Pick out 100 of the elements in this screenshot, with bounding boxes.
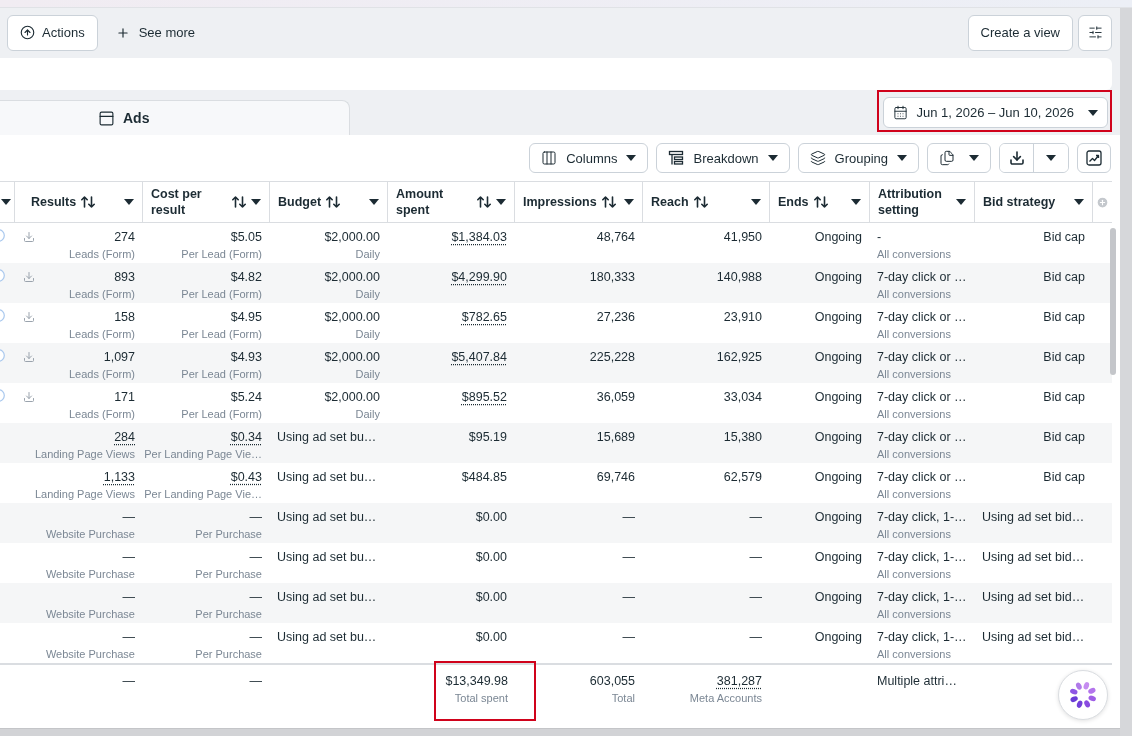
column-header[interactable]: Ends xyxy=(778,194,809,210)
columns-button[interactable]: Columns xyxy=(529,143,649,173)
end-status: Ongoing xyxy=(814,389,862,405)
cost-caption: Per Lead (Form) xyxy=(181,327,262,341)
cost-caption: Per Landing Page Vie… xyxy=(144,447,262,461)
sort-icon[interactable] xyxy=(232,196,246,208)
bid-strategy-value: Bid cap xyxy=(1043,309,1085,325)
caret-icon xyxy=(956,199,966,205)
sort-icon[interactable] xyxy=(813,196,828,208)
results-caption: Website Purchase xyxy=(45,647,135,661)
bid-strategy-value: Using ad set bid… xyxy=(982,589,1085,605)
bid-strategy-value: Bid cap xyxy=(1043,389,1085,405)
amount-spent-value: $782.65 xyxy=(461,309,507,325)
calendar-icon xyxy=(893,105,909,120)
attribution-value: 7-day click, 1-… xyxy=(877,549,967,565)
scrollbar-thumb[interactable] xyxy=(1110,228,1116,375)
sort-icon[interactable] xyxy=(326,196,341,208)
column-header[interactable]: Impressions xyxy=(523,194,597,210)
export-button[interactable] xyxy=(1000,144,1034,172)
bid-strategy-value: Bid cap xyxy=(1043,469,1085,485)
download-icon xyxy=(1008,150,1025,166)
attribution-caption: All conversions xyxy=(877,647,951,661)
radio-button[interactable] xyxy=(0,229,5,242)
panel-icon xyxy=(98,109,115,127)
grouping-button[interactable]: Grouping xyxy=(797,143,919,173)
chart-button[interactable] xyxy=(1077,143,1111,173)
results-value: 893 xyxy=(114,269,135,285)
end-status: Ongoing xyxy=(814,589,862,605)
column-header[interactable]: Bid strategy xyxy=(983,194,1056,210)
end-status: Ongoing xyxy=(814,349,862,365)
reach-value: — xyxy=(749,549,762,565)
reports-button[interactable] xyxy=(927,143,991,173)
column-header[interactable]: Budget xyxy=(278,194,322,210)
radio-button[interactable] xyxy=(0,389,5,402)
results-caption: Website Purchase xyxy=(45,607,135,621)
impressions-value: 15,689 xyxy=(596,429,635,445)
actions-button[interactable]: Actions xyxy=(7,14,98,51)
horizontal-scrollbar[interactable] xyxy=(0,728,1120,736)
reach-value: — xyxy=(749,589,762,605)
settings-button[interactable] xyxy=(1078,14,1112,51)
cost-value: $4.93 xyxy=(230,349,262,365)
results-value: — xyxy=(122,589,135,605)
download-icon[interactable] xyxy=(23,351,35,363)
radio-button[interactable] xyxy=(0,269,5,282)
results-caption: Leads (Form) xyxy=(68,247,135,261)
filter-field[interactable] xyxy=(0,58,1112,90)
sort-icon[interactable] xyxy=(477,196,491,208)
impressions-value: 48,764 xyxy=(596,229,635,245)
column-header[interactable]: Results xyxy=(31,194,77,210)
caret-icon xyxy=(624,199,634,205)
impressions-value: 225,228 xyxy=(589,349,635,365)
radio-button[interactable] xyxy=(0,349,5,362)
create-view-button[interactable]: Create a view xyxy=(967,14,1073,51)
end-status: Ongoing xyxy=(814,509,862,525)
cost-value: $4.82 xyxy=(230,269,262,285)
results-caption: Website Purchase xyxy=(45,527,135,541)
attribution-value: 7-day click, 1-… xyxy=(877,629,967,645)
amount-spent-value: $0.00 xyxy=(475,589,507,605)
radio-button[interactable] xyxy=(0,309,5,322)
cost-caption: Per Lead (Form) xyxy=(181,367,262,381)
column-header[interactable]: Reach xyxy=(651,194,689,210)
download-icon[interactable] xyxy=(23,391,35,403)
add-column-icon[interactable] xyxy=(1096,195,1109,209)
cost-caption: Per Purchase xyxy=(195,527,262,541)
results-caption: Leads (Form) xyxy=(68,367,135,381)
attribution-caption: All conversions xyxy=(877,367,951,381)
ads-tab[interactable]: Ads xyxy=(0,100,350,135)
date-range-button[interactable]: Jun 1, 2026 – Jun 10, 2026 xyxy=(883,97,1108,128)
sort-icon[interactable] xyxy=(693,196,708,208)
caret-icon xyxy=(969,155,979,161)
reach-value: 62,579 xyxy=(723,469,762,485)
column-header[interactable]: Attribution setting xyxy=(878,186,951,218)
attribution-value: 7-day click or … xyxy=(877,269,967,285)
sort-icon[interactable] xyxy=(81,196,96,208)
sort-icon[interactable] xyxy=(601,196,616,208)
amount-spent-caption: Total spent xyxy=(454,691,508,705)
download-icon[interactable] xyxy=(23,231,35,243)
see-more-button[interactable]: See more xyxy=(109,14,201,51)
bid-strategy-value: Using ad set bid… xyxy=(982,509,1085,525)
documents-icon xyxy=(939,150,955,166)
reach-value: — xyxy=(749,509,762,525)
attribution-value: 7-day click or … xyxy=(877,469,967,485)
attribution-caption: All conversions xyxy=(877,407,951,421)
budget-caption: Daily xyxy=(355,247,380,261)
upload-circle-icon xyxy=(20,25,35,40)
bid-strategy-value: Using ad set bid… xyxy=(982,629,1085,645)
download-icon[interactable] xyxy=(23,271,35,283)
budget-caption: Daily xyxy=(355,287,380,301)
assistant-button[interactable] xyxy=(1058,670,1108,720)
column-header[interactable]: Amount spent xyxy=(396,186,472,218)
cost-value: $0.34 xyxy=(230,429,262,445)
results-value: 158 xyxy=(114,309,135,325)
caret-icon xyxy=(1074,199,1084,205)
results-caption: Landing Page Views xyxy=(34,447,135,461)
end-status: Ongoing xyxy=(814,309,862,325)
column-header[interactable]: Cost per result xyxy=(151,186,227,218)
attribution-value: 7-day click or … xyxy=(877,349,967,365)
end-status: Ongoing xyxy=(814,549,862,565)
download-icon[interactable] xyxy=(23,311,35,323)
breakdown-button[interactable]: Breakdown xyxy=(656,143,790,173)
